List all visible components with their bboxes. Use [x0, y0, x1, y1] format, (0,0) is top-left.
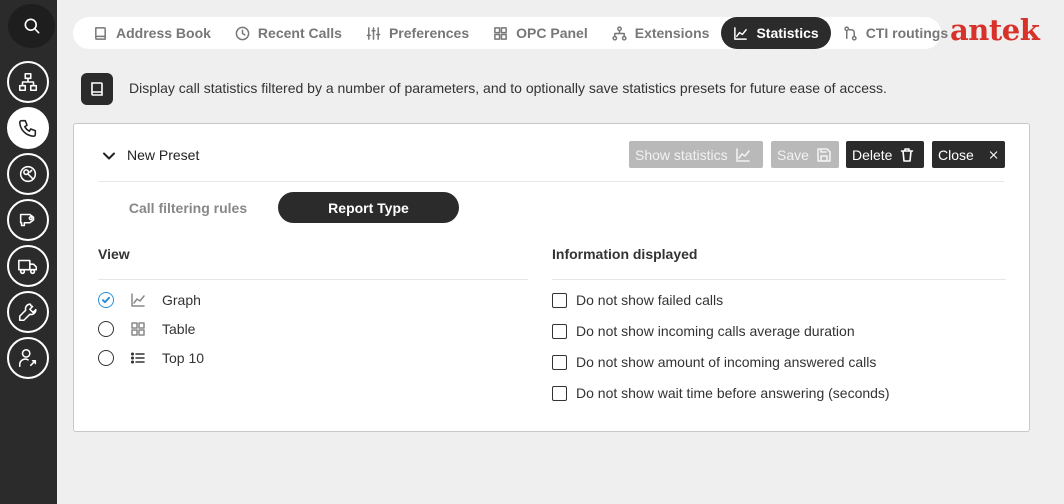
close-icon [989, 150, 998, 159]
radio-button[interactable] [98, 350, 114, 366]
clock-icon [235, 26, 250, 40]
checkbox[interactable] [552, 292, 567, 308]
tab-label: CTI routings [865, 25, 949, 41]
save-button[interactable]: Save [771, 141, 839, 168]
info-option-label: Do not show wait time before answering (… [576, 385, 890, 401]
delete-button[interactable]: Delete [846, 141, 924, 168]
network-icon [18, 72, 38, 92]
tab-label: Statistics [756, 25, 819, 41]
tab-label: Recent Calls [257, 25, 342, 41]
grid-icon [494, 26, 508, 40]
delete-label: Delete [852, 146, 893, 163]
camera-icon [19, 213, 35, 227]
info-badge [81, 73, 113, 105]
top-tab-bar: Address Book Recent Calls Preferences OP… [73, 17, 948, 49]
antek-logo: antek [950, 13, 1040, 47]
chart-icon [735, 147, 750, 162]
radio-button[interactable] [98, 292, 114, 308]
collapse-toggle[interactable] [102, 149, 116, 163]
info-option-label: Do not show amount of incoming answered … [576, 354, 877, 370]
rail-truck-button[interactable] [7, 245, 49, 287]
preset-card: New Preset Show statistics Save Delete C… [73, 123, 1030, 432]
view-title: View [98, 246, 130, 262]
header-divider [99, 181, 1004, 182]
tab-label: OPC Panel [516, 25, 588, 41]
show-statistics-button[interactable]: Show statistics [629, 141, 763, 168]
grid-icon [130, 321, 146, 337]
search-icon [24, 18, 40, 34]
tab-report-type[interactable]: Report Type [278, 192, 459, 223]
view-option-label: Graph [162, 292, 201, 308]
tab-label: Address Book [116, 25, 211, 41]
tab-recent-calls[interactable]: Recent Calls [223, 17, 354, 49]
preset-title: New Preset [127, 147, 200, 163]
chart-icon [734, 26, 748, 40]
user-settings-icon [18, 348, 37, 368]
trash-icon [901, 147, 914, 162]
radio-button[interactable] [98, 321, 114, 337]
tab-statistics[interactable]: Statistics [721, 17, 831, 49]
rail-phone-button[interactable] [7, 107, 49, 149]
network-icon [612, 25, 627, 41]
sliders-icon [366, 26, 381, 40]
show-statistics-label: Show statistics [635, 146, 728, 163]
book-icon [95, 26, 106, 40]
info-option-failed-calls[interactable]: Do not show failed calls [552, 290, 723, 310]
checkbox[interactable] [552, 323, 567, 339]
close-button[interactable]: Close [932, 141, 1005, 168]
truck-icon [18, 259, 38, 275]
left-rail [0, 0, 57, 504]
tab-address-book[interactable]: Address Book [81, 17, 223, 49]
tab-cti-routings[interactable]: CTI routings [831, 17, 960, 49]
tab-call-filtering-rules[interactable]: Call filtering rules [118, 192, 258, 223]
info-option-wait-time[interactable]: Do not show wait time before answering (… [552, 383, 890, 403]
settings-icon [19, 165, 37, 183]
wrench-icon [18, 303, 37, 322]
tab-extensions[interactable]: Extensions [600, 17, 722, 49]
checkmark-icon [102, 296, 110, 304]
save-label: Save [777, 146, 809, 163]
view-option-table[interactable]: Table [98, 319, 195, 339]
phone-icon [18, 119, 37, 138]
chart-icon [130, 292, 146, 308]
book-icon [91, 82, 103, 96]
rail-settings-button[interactable] [7, 153, 49, 195]
info-option-average-duration[interactable]: Do not show incoming calls average durat… [552, 321, 855, 341]
info-option-label: Do not show incoming calls average durat… [576, 323, 855, 339]
checkbox[interactable] [552, 385, 567, 401]
tab-label: Extensions [634, 25, 710, 41]
view-option-label: Top 10 [162, 350, 205, 366]
view-option-graph[interactable]: Graph [98, 290, 201, 310]
search-button[interactable] [8, 4, 55, 48]
page-description: Display call statistics filtered by a nu… [129, 80, 887, 96]
view-option-top10[interactable]: Top 10 [98, 348, 204, 368]
rail-network-button[interactable] [7, 61, 49, 103]
info-option-label: Do not show failed calls [576, 292, 724, 308]
view-option-label: Table [162, 321, 196, 337]
info-divider [552, 279, 1006, 280]
information-displayed-title: Information displayed [552, 246, 698, 262]
info-option-answered-calls[interactable]: Do not show amount of incoming answered … [552, 352, 876, 372]
route-icon [844, 25, 857, 41]
tab-preferences[interactable]: Preferences [354, 17, 481, 49]
tab-label: Preferences [388, 25, 470, 41]
list-icon [130, 350, 146, 366]
view-divider [98, 279, 528, 280]
tab-opc-panel[interactable]: OPC Panel [481, 17, 600, 49]
rail-wrench-button[interactable] [7, 291, 49, 333]
rail-camera-button[interactable] [7, 199, 49, 241]
chevron-down-icon [103, 152, 115, 160]
save-icon [817, 147, 831, 162]
checkbox[interactable] [552, 354, 567, 370]
rail-user-settings-button[interactable] [7, 337, 49, 379]
close-label: Close [938, 146, 974, 163]
